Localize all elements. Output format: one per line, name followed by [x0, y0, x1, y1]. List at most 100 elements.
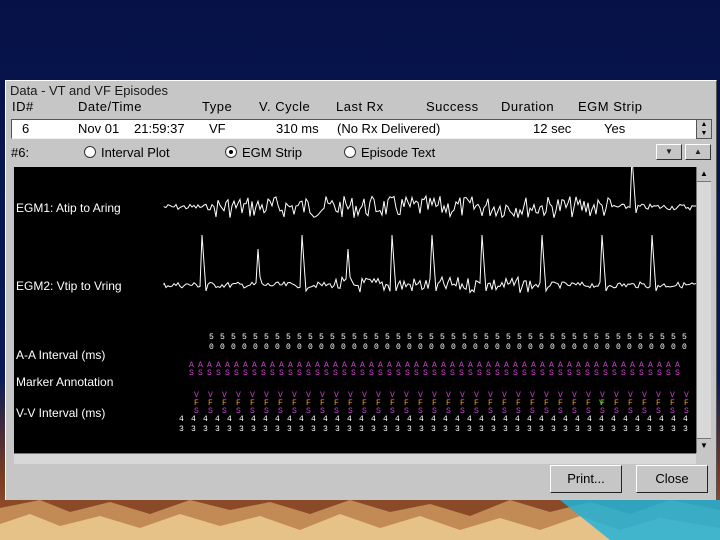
- marker-glyph: 3: [419, 425, 424, 434]
- marker-glyph: 0: [528, 343, 533, 352]
- col-egm[interactable]: EGM Strip: [578, 99, 642, 114]
- col-vcycle[interactable]: V. Cycle: [259, 99, 310, 114]
- marker-glyph: 3: [215, 425, 220, 434]
- row-time[interactable]: 21:59:37: [134, 121, 185, 136]
- close-button[interactable]: Close: [636, 465, 708, 493]
- marker-glyph: S: [306, 369, 311, 378]
- list-scrollbar[interactable]: ▲ ▼: [696, 119, 712, 139]
- marker-glyph: 3: [443, 425, 448, 434]
- col-datetime[interactable]: Date/Time: [78, 99, 142, 114]
- marker-glyph: 5: [209, 333, 214, 342]
- radio-egm-strip[interactable]: EGM Strip: [225, 145, 302, 160]
- marker-glyph: 0: [594, 343, 599, 352]
- marker-glyph: S: [261, 369, 266, 378]
- col-success[interactable]: Success: [426, 99, 479, 114]
- strip-vertical-scrollbar[interactable]: ▲ ▼: [696, 167, 711, 453]
- triangle-down-icon: ▼: [665, 147, 673, 156]
- marker-glyph: 5: [572, 333, 577, 342]
- marker-glyph: 0: [506, 343, 511, 352]
- marker-glyph: 0: [605, 343, 610, 352]
- marker-glyph: 0: [671, 343, 676, 352]
- marker-glyph: 4: [527, 415, 532, 424]
- marker-glyph: 5: [671, 333, 676, 342]
- egm-trace: [163, 167, 696, 219]
- marker-glyph: 5: [407, 333, 412, 342]
- scroll-up-icon[interactable]: ▲: [697, 120, 711, 129]
- marker-glyph: 4: [359, 415, 364, 424]
- marker-glyph: V: [599, 399, 604, 408]
- marker-glyph: S: [621, 369, 626, 378]
- marker-glyph: 3: [359, 425, 364, 434]
- col-duration[interactable]: Duration: [501, 99, 554, 114]
- marker-glyph: 3: [191, 425, 196, 434]
- marker-glyph: 3: [479, 425, 484, 434]
- marker-glyph: 5: [374, 333, 379, 342]
- vv-interval-label: V-V Interval (ms): [16, 406, 106, 420]
- row-duration[interactable]: 12 sec: [533, 121, 571, 136]
- row-id[interactable]: 6: [22, 121, 29, 136]
- radio-interval-plot[interactable]: Interval Plot: [84, 145, 170, 160]
- row-type[interactable]: VF: [209, 121, 226, 136]
- marker-glyph: 5: [220, 333, 225, 342]
- marker-glyph: S: [513, 369, 518, 378]
- marker-glyph: 5: [363, 333, 368, 342]
- marker-glyph: 4: [587, 415, 592, 424]
- scroll-down-icon[interactable]: ▼: [697, 129, 711, 138]
- marker-glyph: S: [628, 407, 633, 416]
- strip-horizontal-scrollbar[interactable]: [14, 453, 696, 464]
- radio-episode-text[interactable]: Episode Text: [344, 145, 435, 160]
- col-lastrx[interactable]: Last Rx: [336, 99, 384, 114]
- marker-glyph: 0: [374, 343, 379, 352]
- marker-glyph: S: [243, 369, 248, 378]
- episode-list[interactable]: 6 Nov 01 21:59:37 VF 310 ms (No Rx Deliv…: [11, 119, 698, 139]
- marker-glyph: 5: [682, 333, 687, 342]
- row-egm[interactable]: Yes: [604, 121, 625, 136]
- marker-glyph: 0: [396, 343, 401, 352]
- marker-glyph: 4: [179, 415, 184, 424]
- marker-glyph: 3: [635, 425, 640, 434]
- marker-glyph: 3: [539, 425, 544, 434]
- marker-glyph: S: [531, 369, 536, 378]
- row-date[interactable]: Nov 01: [78, 121, 119, 136]
- marker-glyph: 4: [275, 415, 280, 424]
- marker-glyph: 4: [659, 415, 664, 424]
- prev-episode-button[interactable]: ▲: [685, 144, 711, 160]
- marker-glyph: 5: [484, 333, 489, 342]
- print-button[interactable]: Print...: [550, 465, 622, 493]
- radio-icon[interactable]: [84, 146, 96, 158]
- marker-glyph: 0: [352, 343, 357, 352]
- row-lastrx[interactable]: (No Rx Delivered): [337, 121, 440, 136]
- radio-selected-icon[interactable]: [225, 146, 237, 158]
- marker-glyph: 4: [299, 415, 304, 424]
- marker-glyph: 4: [323, 415, 328, 424]
- marker-glyph: S: [544, 407, 549, 416]
- marker-glyph: 0: [264, 343, 269, 352]
- marker-glyph: 3: [527, 425, 532, 434]
- row-vcycle[interactable]: 310 ms: [276, 121, 319, 136]
- radio-icon[interactable]: [344, 146, 356, 158]
- marker-glyph: 0: [308, 343, 313, 352]
- col-id[interactable]: ID#: [12, 99, 34, 114]
- next-episode-button[interactable]: ▼: [656, 144, 682, 160]
- marker-glyph: S: [603, 369, 608, 378]
- marker-glyph: 4: [599, 415, 604, 424]
- marker-glyph: S: [333, 369, 338, 378]
- marker-glyph: S: [459, 369, 464, 378]
- marker-glyph: 3: [239, 425, 244, 434]
- marker-glyph: 3: [587, 425, 592, 434]
- marker-glyph: 5: [660, 333, 665, 342]
- egm2-label: EGM2: Vtip to Vring: [16, 279, 122, 293]
- marker-glyph: 5: [330, 333, 335, 342]
- marker-glyph: 3: [647, 425, 652, 434]
- marker-glyph: S: [360, 369, 365, 378]
- scroll-up-icon[interactable]: ▲: [697, 167, 711, 182]
- marker-glyph: S: [594, 369, 599, 378]
- marker-glyph: 0: [583, 343, 588, 352]
- scroll-down-icon[interactable]: ▼: [697, 438, 711, 453]
- marker-glyph: S: [522, 369, 527, 378]
- marker-glyph: 4: [419, 415, 424, 424]
- marker-glyph: S: [351, 369, 356, 378]
- col-type[interactable]: Type: [202, 99, 232, 114]
- marker-glyph: 4: [443, 415, 448, 424]
- marker-glyph: S: [207, 369, 212, 378]
